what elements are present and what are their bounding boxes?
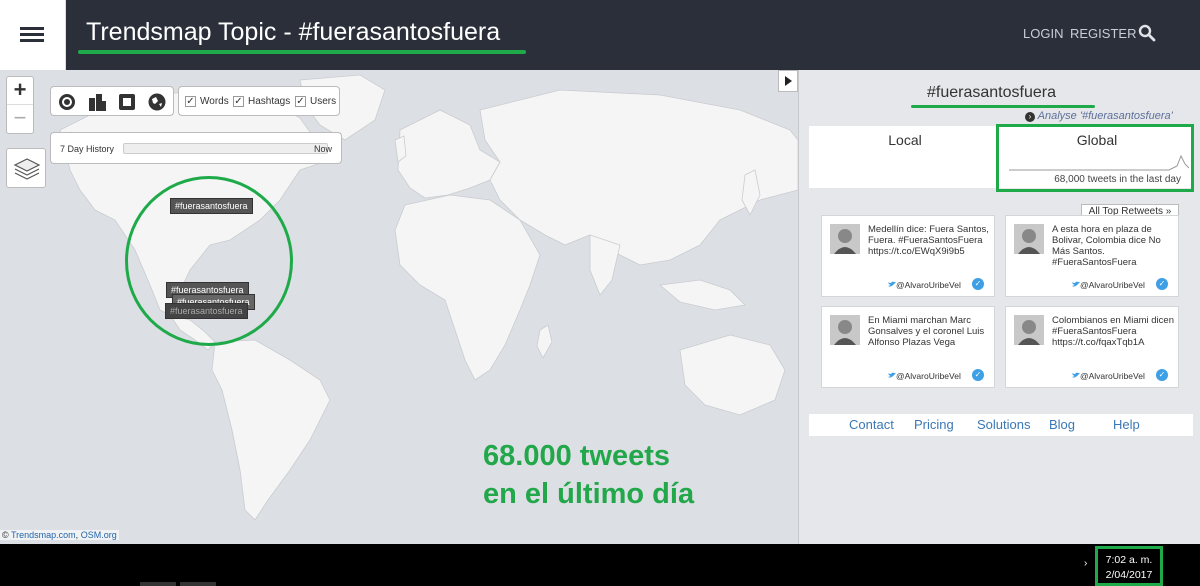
menu-icon-bar [20,39,44,42]
top-header: Trendsmap Topic - #fuerasantosfuera LOGI… [0,0,1200,70]
avatar [830,315,860,345]
history-slider[interactable] [123,143,328,154]
page-title: Trendsmap Topic - #fuerasantosfuera [86,18,501,46]
fullscreen-icon[interactable] [117,92,137,112]
globe-icon[interactable] [147,92,167,112]
taskbar-app-button[interactable] [140,582,176,586]
tab-local[interactable]: Local [809,126,1001,188]
tweet-user[interactable]: @AlvaroUribeVel [896,280,961,290]
menu-icon-bar [20,33,44,36]
os-taskbar: › 7:02 a. m. 2/04/2017 [0,544,1200,586]
solutions-link[interactable]: Solutions [977,417,1030,432]
annotation-line-2: en el último día [483,478,695,510]
register-link[interactable]: REGISTER [1070,26,1136,41]
sidebar-toggle-button[interactable] [778,70,798,92]
twitter-bird-icon [888,281,896,287]
history-now-label: Now [314,144,333,154]
taskbar-app-button[interactable] [180,582,216,586]
login-link[interactable]: LOGIN [1023,26,1063,41]
tweet-card[interactable]: En Miami marchan Marc Gonsalves y el cor… [821,306,995,388]
tweet-user[interactable]: @AlvaroUribeVel [1080,371,1145,381]
topic-heading: #fuerasantosfuera [927,84,1056,101]
attribution-prefix: © [2,530,11,540]
play-arrow-icon [785,76,792,86]
topic-highlight-underline [911,105,1095,108]
verified-icon: ✓ [972,369,984,381]
layers-icon [13,158,41,180]
pricing-link[interactable]: Pricing [914,417,954,432]
tweet-user[interactable]: @AlvaroUribeVel [896,371,961,381]
trendsmap-link[interactable]: Trendsmap.com [11,530,76,540]
words-checkbox[interactable]: ✓ [185,96,196,107]
city-icon[interactable] [87,92,107,112]
world-map[interactable]: + − ✓ Words ✓ Hashtags ✓ Users 7 Day His… [0,70,798,544]
twitter-bird-icon [1072,281,1080,287]
users-label: Users [310,96,337,107]
avatar [830,224,860,254]
zoom-out-button[interactable]: − [7,106,33,134]
blog-link[interactable]: Blog [1049,417,1075,432]
arrow-circle-icon: › [1025,112,1035,122]
global-highlight-box [996,124,1194,192]
users-checkbox[interactable]: ✓ [295,96,306,107]
tweet-card[interactable]: Medellín dice: Fuera Santos, Fuera. #Fue… [821,215,995,297]
title-highlight-underline [78,50,526,54]
help-link[interactable]: Help [1113,417,1140,432]
footer-links: Contact Pricing Solutions Blog Help [809,414,1193,436]
sidebar: #fuerasantosfuera › Analyse '#fuerasanto… [798,70,1200,544]
avatar [1014,224,1044,254]
clock-date: 2/04/2017 [1105,569,1153,581]
taskbar-clock[interactable]: 7:02 a. m. 2/04/2017 [1095,546,1163,586]
zoom-control: + − [6,76,34,134]
hashtags-checkbox[interactable]: ✓ [233,96,244,107]
clock-time: 7:02 a. m. [1105,554,1153,566]
menu-icon [20,27,44,30]
tab-local-label: Local [888,132,922,148]
history-label: 7 Day History [60,144,115,154]
search-icon[interactable] [1138,24,1156,42]
tweet-text: Colombianos en Miami dicen #FueraSantosF… [1052,315,1174,348]
osm-link[interactable]: OSM.org [81,530,117,540]
twitter-bird-icon [1072,372,1080,378]
tweet-text: A esta hora en plaza de Bolivar, Colombi… [1052,224,1161,268]
words-label: Words [200,96,229,107]
tweet-text: En Miami marchan Marc Gonsalves y el cor… [868,315,985,348]
locate-icon[interactable] [57,92,77,112]
filter-checkboxes: ✓ Words ✓ Hashtags ✓ Users [178,86,340,116]
avatar [1014,315,1044,345]
twitter-bird-icon [888,372,896,378]
zoom-in-button[interactable]: + [7,77,33,105]
verified-icon: ✓ [1156,278,1168,290]
layers-button[interactable] [6,148,46,188]
tweet-user[interactable]: @AlvaroUribeVel [1080,280,1145,290]
tweet-card[interactable]: A esta hora en plaza de Bolivar, Colombi… [1005,215,1179,297]
map-attribution: © Trendsmap.com, OSM.org [0,530,119,540]
tweet-text: Medellín dice: Fuera Santos, Fuera. #Fue… [868,224,989,257]
analyse-link[interactable]: › Analyse '#fuerasantosfuera' [1025,110,1173,122]
history-slider-box: 7 Day History Now [50,132,342,164]
tray-chevron-icon[interactable]: › [1084,558,1087,569]
tweet-card[interactable]: Colombianos en Miami dicen #FueraSantosF… [1005,306,1179,388]
highlight-circle [125,176,293,346]
verified-icon: ✓ [1156,369,1168,381]
contact-link[interactable]: Contact [849,417,894,432]
verified-icon: ✓ [972,278,984,290]
map-tools [50,86,174,116]
menu-button[interactable] [0,0,66,70]
hashtags-label: Hashtags [248,96,291,107]
analyse-label: Analyse '#fuerasantosfuera' [1037,110,1173,122]
annotation-line-1: 68.000 tweets [483,440,671,472]
